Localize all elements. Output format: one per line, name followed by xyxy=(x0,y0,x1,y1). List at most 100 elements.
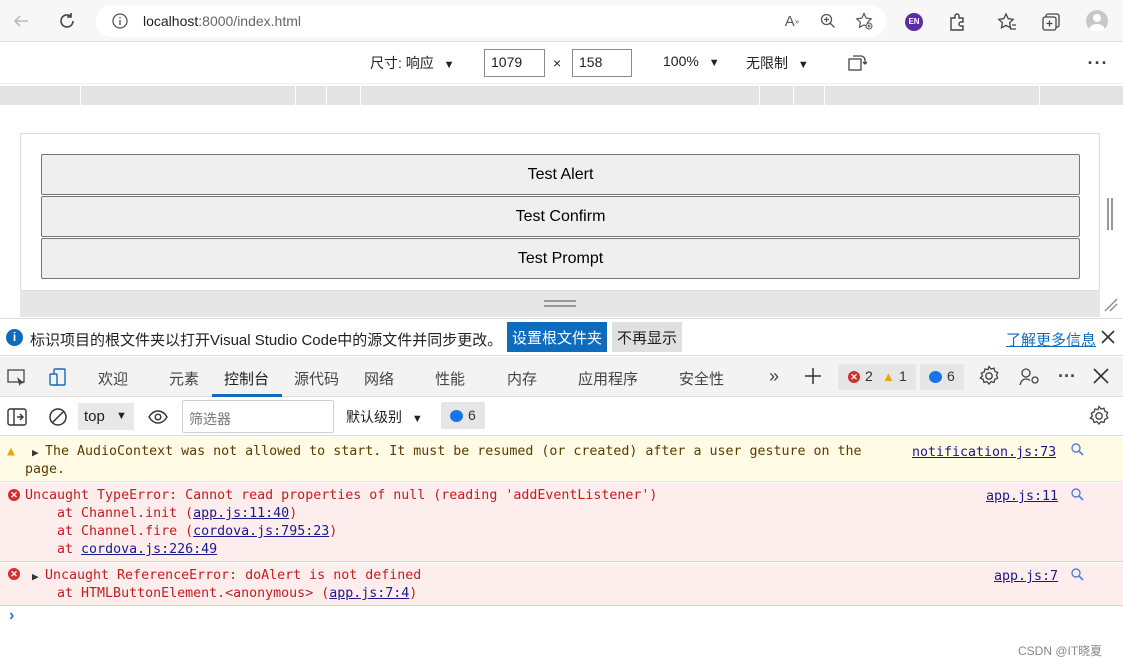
tab-elements[interactable]: 元素 xyxy=(169,368,199,389)
log-levels-label: 默认级别 xyxy=(346,409,402,425)
zoom-icon[interactable] xyxy=(818,12,838,30)
tab-sources[interactable]: 源代码 xyxy=(294,368,339,389)
inspect-element-icon[interactable] xyxy=(6,367,28,387)
tab-network[interactable]: 网络 xyxy=(364,368,394,389)
refresh-icon[interactable] xyxy=(56,10,78,32)
log-levels-dropdown[interactable]: 默认级别 ▼ xyxy=(346,407,423,427)
read-aloud-icon[interactable]: A» xyxy=(782,12,802,30)
stack-frame: at Channel.init (app.js:11:40) xyxy=(25,505,297,523)
context-label: top xyxy=(84,408,105,425)
issues-counter[interactable]: 6 xyxy=(441,402,485,429)
test-alert-button[interactable]: Test Alert xyxy=(41,154,1080,195)
stack-frame-link[interactable]: cordova.js:795:23 xyxy=(193,524,329,539)
ruler-tick xyxy=(360,86,361,105)
test-confirm-button[interactable]: Test Confirm xyxy=(41,196,1080,237)
error-text: Uncaught TypeError: Cannot read properti… xyxy=(25,488,658,503)
console-error-message[interactable]: ✕ Uncaught TypeError: Cannot read proper… xyxy=(0,483,1123,562)
console-settings-gear-icon[interactable] xyxy=(1088,405,1110,427)
profile-avatar[interactable] xyxy=(1086,10,1108,32)
collections-icon[interactable] xyxy=(1040,11,1062,33)
context-selector[interactable]: top ▼ xyxy=(78,403,134,430)
test-prompt-button[interactable]: Test Prompt xyxy=(41,238,1080,279)
clear-console-icon[interactable] xyxy=(47,406,69,428)
stack-frame-text: at xyxy=(25,542,82,557)
back-icon[interactable] xyxy=(10,10,32,32)
bottom-resize-bar[interactable] xyxy=(20,291,1100,317)
filter-input[interactable]: 筛选器 xyxy=(182,400,334,433)
search-icon[interactable] xyxy=(1071,488,1084,507)
live-expression-eye-icon[interactable] xyxy=(147,407,169,427)
url-text: localhost:8000/index.html xyxy=(143,13,301,29)
dimensions-label: 尺寸: 响应 xyxy=(370,55,434,71)
throttle-dropdown[interactable]: 无限制 ▼ xyxy=(746,53,809,73)
customize-icon[interactable] xyxy=(1018,365,1042,387)
info-circle-icon: i xyxy=(6,329,23,346)
error-count: 2 xyxy=(865,368,873,384)
favorite-add-icon[interactable] xyxy=(854,11,874,31)
info-counter[interactable]: 6 xyxy=(920,364,964,390)
stack-frame: at HTMLButtonElement.<anonymous> (app.js… xyxy=(25,585,417,603)
profile-badge[interactable]: EN xyxy=(905,13,923,31)
warning-icon: ▲ xyxy=(882,369,895,384)
more-tabs-icon[interactable]: » xyxy=(764,366,784,386)
tab-application[interactable]: 应用程序 xyxy=(578,368,638,389)
info-icon[interactable] xyxy=(112,13,128,29)
height-input[interactable]: 158 xyxy=(572,49,632,77)
error-icon: ✕ xyxy=(8,489,20,501)
devtools-infobar: i 标识项目的根文件夹以打开Visual Studio Code中的源文件并同步… xyxy=(0,318,1123,356)
dont-show-again-button[interactable]: 不再显示 xyxy=(612,322,682,352)
console-prompt-chevron-icon[interactable]: › xyxy=(9,607,14,625)
filter-placeholder: 筛选器 xyxy=(189,411,231,427)
zoom-dropdown[interactable]: 100% ▼ xyxy=(663,53,720,69)
message-icon xyxy=(450,410,463,422)
search-icon[interactable] xyxy=(1071,568,1084,587)
url-path: :8000/index.html xyxy=(198,13,301,29)
dimensions-dropdown[interactable]: 尺寸: 响应 ▼ xyxy=(370,53,455,73)
learn-more-link[interactable]: 了解更多信息 xyxy=(1006,329,1096,350)
warning-source-link[interactable]: notification.js:73 xyxy=(912,444,1056,462)
stack-frame-link[interactable]: cordova.js:226:49 xyxy=(81,542,217,557)
corner-resize-icon[interactable] xyxy=(1102,296,1118,312)
search-icon[interactable] xyxy=(1071,443,1084,462)
tab-welcome[interactable]: 欢迎 xyxy=(98,368,128,389)
stack-frame-link[interactable]: app.js:11:40 xyxy=(193,506,289,521)
dropdown-arrow-icon: ▼ xyxy=(116,410,127,422)
set-root-folder-button[interactable]: 设置根文件夹 xyxy=(507,322,607,352)
error-warning-counter[interactable]: ✕ 2 ▲ 1 xyxy=(838,364,916,390)
more-options-icon[interactable]: ··· xyxy=(1086,52,1110,74)
extensions-icon[interactable] xyxy=(946,11,968,33)
side-resize-handle[interactable] xyxy=(1106,198,1114,230)
expand-triangle-icon[interactable]: ▶ xyxy=(32,444,39,462)
close-devtools-icon[interactable] xyxy=(1092,367,1110,385)
tab-security[interactable]: 安全性 xyxy=(679,368,724,389)
tab-console[interactable]: 控制台 xyxy=(224,368,269,389)
bottom-resize-handle[interactable] xyxy=(544,300,576,302)
console-error-message[interactable]: ✕ ▶ Uncaught ReferenceError: doAlert is … xyxy=(0,563,1123,606)
tab-performance[interactable]: 性能 xyxy=(435,368,465,389)
infobar-message: 标识项目的根文件夹以打开Visual Studio Code中的源文件并同步更改… xyxy=(30,332,503,349)
stack-frame-link[interactable]: app.js:7:4 xyxy=(329,586,409,601)
stack-frame: at cordova.js:226:49 xyxy=(25,541,217,559)
error-icon: ✕ xyxy=(848,371,860,383)
console-warning-message[interactable]: ▲ ▶ The AudioContext was not allowed to … xyxy=(0,437,1123,482)
add-tab-icon[interactable] xyxy=(802,365,824,387)
settings-gear-icon[interactable] xyxy=(978,365,1000,387)
favorites-icon[interactable] xyxy=(996,11,1018,33)
stack-frame-paren: ) xyxy=(409,586,418,601)
stack-frame-paren: ) xyxy=(329,524,338,539)
error-source-link[interactable]: app.js:7 xyxy=(994,568,1058,586)
width-input[interactable]: 1079 xyxy=(484,49,545,77)
tab-memory[interactable]: 内存 xyxy=(507,368,537,389)
sidebar-toggle-icon[interactable] xyxy=(6,407,28,427)
device-emulation-icon[interactable] xyxy=(47,366,69,388)
error-source-link[interactable]: app.js:11 xyxy=(986,488,1058,506)
ruler-tick xyxy=(80,86,81,105)
stack-frame-paren: ) xyxy=(289,506,298,521)
expand-triangle-icon[interactable]: ▶ xyxy=(32,568,39,586)
rotate-icon[interactable] xyxy=(846,52,870,74)
more-options-icon[interactable]: ··· xyxy=(1056,365,1078,387)
address-bar[interactable]: localhost:8000/index.html A» xyxy=(96,5,886,37)
close-icon[interactable] xyxy=(1100,329,1116,345)
dropdown-arrow-icon: ▼ xyxy=(443,59,455,71)
console-input[interactable] xyxy=(24,607,1114,627)
